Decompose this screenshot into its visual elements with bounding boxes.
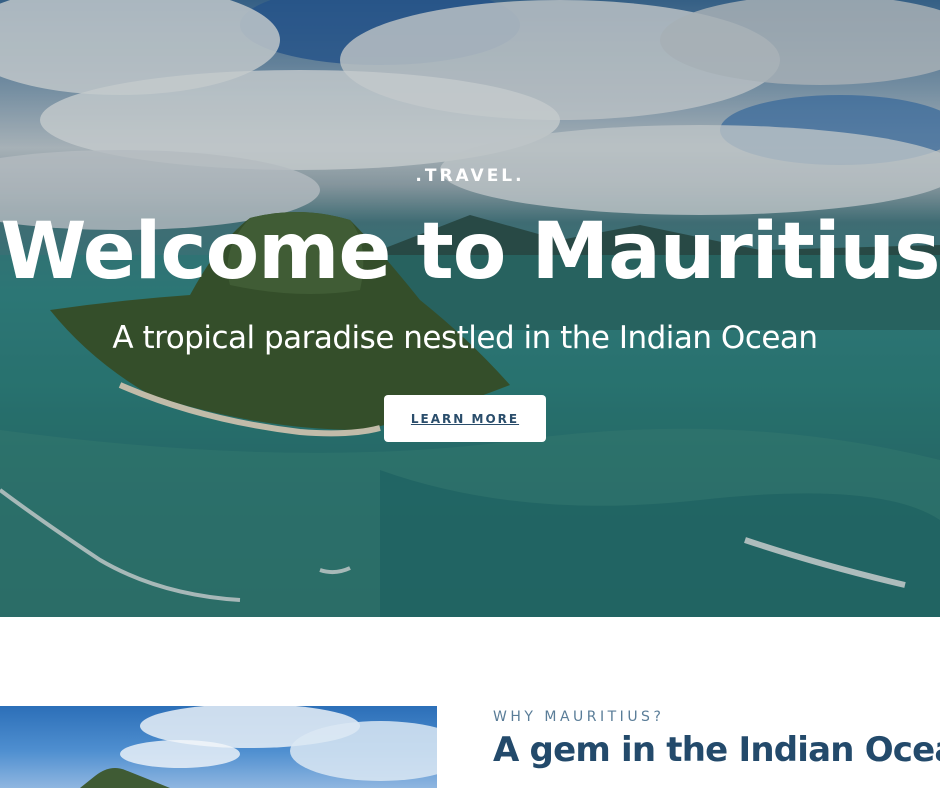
hero-section: .TRAVEL. Welcome to Mauritius A tropical… xyxy=(0,0,940,617)
hero-subtitle: A tropical paradise nestled in the India… xyxy=(112,320,818,356)
why-mauritius-image xyxy=(0,706,437,788)
section-eyebrow: WHY MAURITIUS? xyxy=(493,709,665,725)
hero-eyebrow: .TRAVEL. xyxy=(415,166,525,186)
island-photo xyxy=(80,706,437,788)
section-title: A gem in the Indian Ocean xyxy=(493,730,940,770)
learn-more-button[interactable]: LEARN MORE xyxy=(384,395,546,442)
hero-overlay xyxy=(0,0,940,617)
hero-title: Welcome to Mauritius xyxy=(0,207,940,297)
